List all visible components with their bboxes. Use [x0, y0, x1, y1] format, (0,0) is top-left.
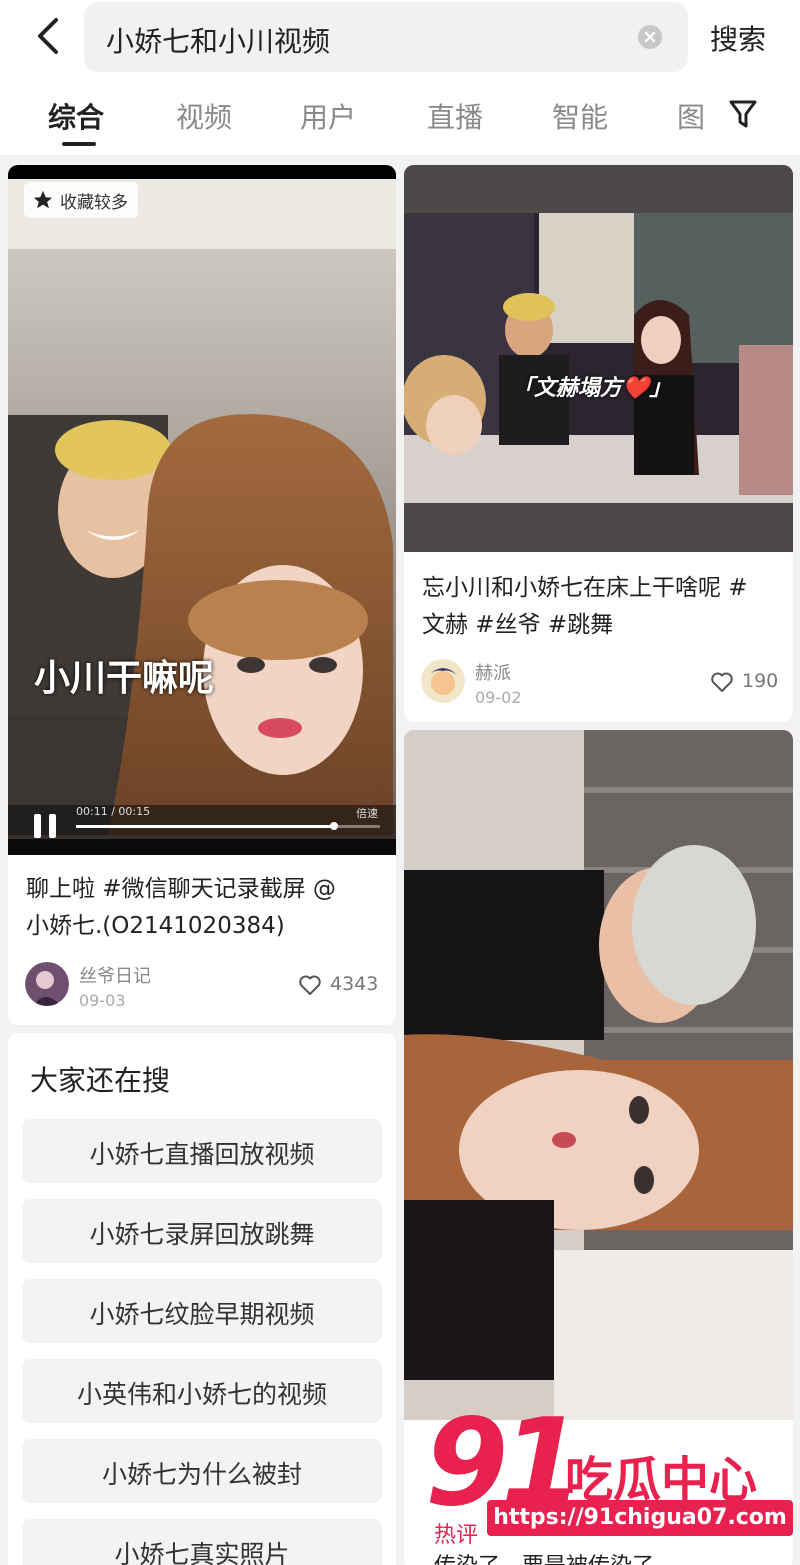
back-arrow-icon[interactable] [30, 14, 70, 58]
search-input[interactable]: 小娇七和小川视频 [84, 2, 688, 72]
heart-icon[interactable] [710, 671, 734, 693]
popular-badge: 收藏较多 [24, 182, 138, 218]
suggestion-item[interactable]: 小娇七纹脸早期视频 [22, 1279, 382, 1343]
suggestion-label: 小娇七纹脸早期视频 [89, 1300, 315, 1329]
speed-button[interactable]: 倍速 [356, 805, 378, 821]
card-title: 忘小川和小娇七在床上干啥呢 # 文赫 #丝爷 #跳舞 [422, 570, 782, 644]
suggestion-label: 小娇七直播回放视频 [89, 1140, 315, 1169]
avatar[interactable] [25, 962, 69, 1006]
video-caption: 小川干嘛呢 [34, 658, 215, 699]
suggestion-label: 小英伟和小娇七的视频 [76, 1380, 327, 1409]
tab-users[interactable]: 用户 [300, 96, 356, 136]
cover-image [404, 730, 793, 1420]
tab-images[interactable]: 图 [677, 96, 705, 136]
tab-live[interactable]: 直播 [427, 96, 483, 136]
card-title-line: 小娇七.(O2141020384) [26, 913, 285, 939]
tab-comprehensive[interactable]: 综合 [48, 96, 104, 136]
watermark-url: https://91chigua07.com [487, 1500, 793, 1536]
suggestion-item[interactable]: 小娇七直播回放视频 [22, 1119, 382, 1183]
search-query[interactable]: 小娇七和小川视频 [106, 20, 330, 60]
suggestion-label: 小娇七真实照片 [114, 1540, 290, 1565]
suggestion-item[interactable]: 小娇七为什么被封 [22, 1439, 382, 1503]
heart-icon[interactable] [298, 974, 322, 996]
search-button[interactable]: 搜索 [710, 18, 766, 58]
like-count: 190 [742, 670, 779, 692]
suggestion-label: 小娇七录屏回放跳舞 [89, 1220, 315, 1249]
author-name[interactable]: 丝爷日记 [79, 962, 151, 988]
progress-track[interactable] [76, 822, 380, 830]
suggestion-item[interactable]: 小娇七录屏回放跳舞 [22, 1199, 382, 1263]
video-player[interactable]: 收藏较多 小川干嘛呢 00:11 / 00:15 倍速 [8, 165, 396, 855]
card-title-line: 聊上啦 #微信聊天记录截屏 @ [26, 876, 336, 902]
cover-caption: 「文赫塌方❤️」 [512, 376, 672, 401]
card-title-line: 忘小川和小娇七在床上干啥呢 # [422, 575, 748, 601]
star-icon [33, 190, 53, 209]
card-title: 聊上啦 #微信聊天记录截屏 @ 小娇七.(O2141020384) [26, 871, 386, 945]
playback-time: 00:11 / 00:15 [76, 805, 151, 818]
card-title-line: 文赫 #丝爷 #跳舞 [422, 612, 614, 638]
post-date: 09-02 [475, 688, 522, 707]
like-count: 4343 [330, 973, 379, 995]
video-frame-image [8, 179, 396, 855]
video-cover[interactable]: 「文赫塌方❤️」 [404, 165, 793, 552]
related-searches-title: 大家还在搜 [30, 1064, 171, 1097]
suggestion-item[interactable]: 小娇七真实照片 [22, 1519, 382, 1565]
badge-label: 收藏较多 [60, 192, 128, 213]
tab-smart[interactable]: 智能 [552, 96, 608, 136]
tab-video[interactable]: 视频 [176, 96, 232, 136]
suggestion-item[interactable]: 小英伟和小娇七的视频 [22, 1359, 382, 1423]
video-cover[interactable] [404, 730, 793, 1420]
clear-icon[interactable] [638, 25, 662, 49]
author-name[interactable]: 赫派 [475, 659, 511, 685]
top-bar: 小娇七和小川视频 搜索 综合 视频 用户 直播 智能 图 [0, 0, 800, 155]
filter-icon[interactable] [728, 98, 758, 130]
video-card-1[interactable]: 收藏较多 小川干嘛呢 00:11 / 00:15 倍速 聊上啦 #微信聊天记录截… [8, 165, 396, 1025]
avatar[interactable] [421, 659, 465, 703]
watermark-logo: 91 吃瓜中心 https://91chigua07.com [425, 1394, 800, 1565]
tab-bar: 综合 视频 用户 直播 智能 图 [0, 94, 800, 146]
active-tab-indicator [62, 142, 96, 146]
video-card-2[interactable]: 「文赫塌方❤️」 忘小川和小娇七在床上干啥呢 # 文赫 #丝爷 #跳舞 赫派 0… [404, 165, 793, 722]
pause-icon[interactable] [30, 811, 60, 841]
related-searches: 大家还在搜 小娇七直播回放视频 小娇七录屏回放跳舞 小娇七纹脸早期视频 小英伟和… [8, 1033, 396, 1565]
cover-image [404, 165, 793, 552]
progress-fill [76, 825, 335, 828]
post-date: 09-03 [79, 991, 126, 1010]
suggestion-label: 小娇七为什么被封 [101, 1460, 302, 1489]
